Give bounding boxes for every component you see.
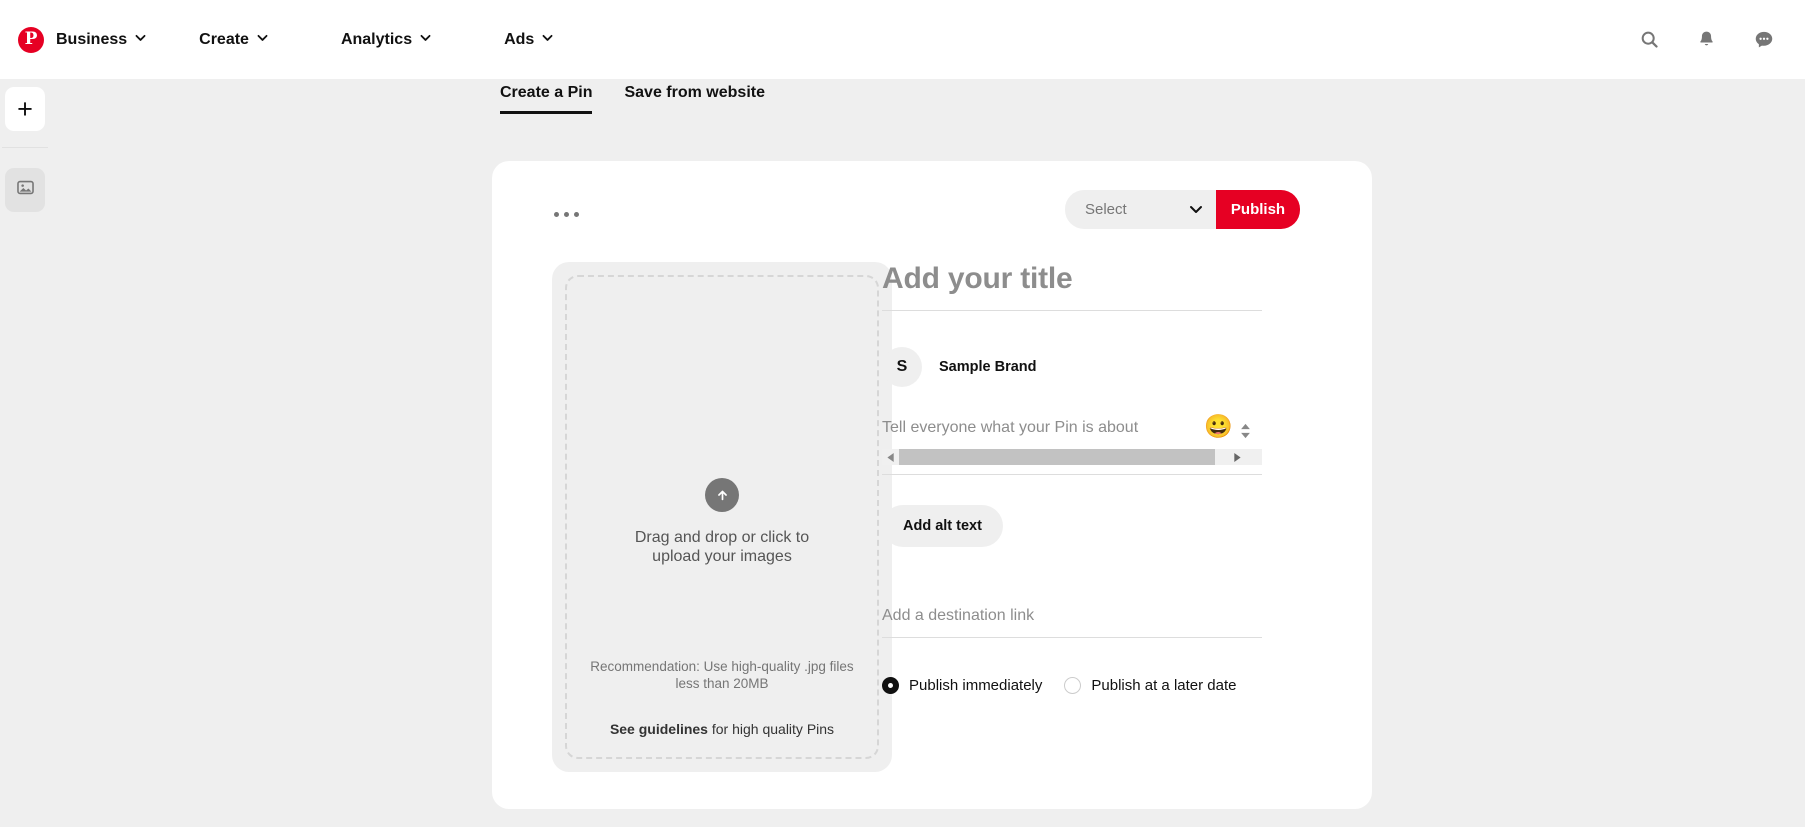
radio-button-filled-icon[interactable]: [882, 677, 899, 694]
chevron-down-icon: [1188, 201, 1204, 222]
description-horizontal-scrollbar[interactable]: [882, 449, 1262, 465]
emoji-picker-icon[interactable]: 😀: [1204, 413, 1230, 439]
scrollbar-thumb[interactable]: [899, 449, 1215, 465]
nav-item-ads-label: Ads: [504, 31, 534, 49]
search-icon[interactable]: [1639, 29, 1660, 50]
left-rail: +: [0, 79, 50, 827]
nav-item-create-label: Create: [199, 31, 249, 49]
nav-item-analytics-label: Analytics: [341, 31, 412, 49]
scroll-left-arrow-icon[interactable]: [882, 449, 899, 465]
upload-prompt-line-1: Drag and drop or click to: [567, 529, 877, 548]
scrollbar-track[interactable]: [899, 449, 1228, 465]
schedule-radio-group: Publish immediately Publish at a later d…: [882, 677, 1262, 694]
nav-item-business[interactable]: Business: [56, 31, 147, 49]
tab-create-a-pin[interactable]: Create a Pin: [500, 84, 592, 114]
messages-icon[interactable]: [1753, 29, 1775, 51]
image-icon: [16, 178, 35, 202]
upload-prompt: Drag and drop or click to upload your im…: [567, 529, 877, 567]
rail-create-button[interactable]: +: [5, 87, 45, 131]
board-select-value: Select: [1085, 201, 1127, 218]
pin-description-row: Tell everyone what your Pin is about 😀: [882, 415, 1262, 447]
upload-recommendation-line-1: Recommendation: Use high-quality .jpg fi…: [567, 658, 877, 676]
radio-publish-later-label: Publish at a later date: [1091, 677, 1236, 694]
chevron-down-icon: [419, 31, 432, 49]
pin-details-form: Add your title S Sample Brand Tell every…: [882, 262, 1262, 694]
nav-item-create[interactable]: Create: [199, 31, 269, 49]
brand-row: S Sample Brand: [882, 347, 1262, 387]
scrollbar-corner: [1245, 449, 1262, 465]
pin-title-input[interactable]: Add your title: [882, 262, 1262, 311]
see-guidelines-rest: for high quality Pins: [708, 721, 834, 737]
upload-dashed-area[interactable]: Drag and drop or click to upload your im…: [565, 275, 879, 759]
brand-group: P Business: [18, 27, 147, 53]
page-tabs: Create a Pin Save from website: [500, 84, 765, 114]
tab-save-from-website[interactable]: Save from website: [624, 84, 765, 114]
chevron-down-icon: [134, 31, 147, 49]
nav-item-business-label: Business: [56, 31, 127, 49]
dot: [564, 212, 569, 217]
upload-guidelines-text: See guidelines for high quality Pins: [567, 721, 877, 737]
nav-item-analytics[interactable]: Analytics: [341, 31, 432, 49]
bell-icon[interactable]: [1696, 29, 1717, 50]
upload-prompt-line-2: upload your images: [567, 548, 877, 567]
nav-right-icons: [1639, 29, 1775, 51]
upload-recommendation: Recommendation: Use high-quality .jpg fi…: [567, 658, 877, 693]
caret-up-icon: [1240, 423, 1251, 430]
rail-media-button[interactable]: [5, 168, 45, 212]
overflow-menu-icon[interactable]: [554, 212, 579, 217]
radio-publish-immediately-label: Publish immediately: [909, 677, 1042, 694]
pin-description-block: Tell everyone what your Pin is about 😀: [882, 415, 1262, 475]
top-navigation-bar: P Business Create Analytics Ads: [0, 0, 1805, 79]
primary-nav-links: Create Analytics Ads: [199, 31, 626, 49]
scroll-right-arrow-icon[interactable]: [1228, 449, 1245, 465]
see-guidelines-link[interactable]: See guidelines: [610, 721, 708, 737]
dot: [574, 212, 579, 217]
add-alt-text-button[interactable]: Add alt text: [882, 505, 1003, 547]
plus-icon: +: [17, 96, 33, 123]
upload-arrow-icon: [705, 478, 739, 512]
caret-down-icon: [1240, 432, 1251, 439]
radio-publish-later[interactable]: Publish at a later date: [1064, 677, 1236, 694]
create-pin-card: Select Publish Drag and drop or click to…: [492, 161, 1372, 809]
pinterest-logo-icon[interactable]: P: [18, 27, 44, 53]
description-spinner[interactable]: [1237, 415, 1254, 447]
chevron-down-icon: [256, 31, 269, 49]
radio-button-empty-icon[interactable]: [1064, 677, 1081, 694]
upload-recommendation-line-2: less than 20MB: [567, 675, 877, 693]
card-toolbar: Select Publish: [492, 190, 1372, 240]
chevron-down-icon: [541, 31, 554, 49]
destination-link-input[interactable]: Add a destination link: [882, 607, 1262, 638]
image-upload-zone[interactable]: Drag and drop or click to upload your im…: [552, 262, 892, 772]
rail-divider: [2, 147, 48, 148]
nav-item-ads[interactable]: Ads: [504, 31, 554, 49]
brand-name: Sample Brand: [939, 359, 1037, 375]
publish-button[interactable]: Publish: [1216, 190, 1300, 229]
avatar: S: [882, 347, 922, 387]
dot: [554, 212, 559, 217]
radio-publish-immediately[interactable]: Publish immediately: [882, 677, 1042, 694]
board-select[interactable]: Select: [1065, 190, 1218, 229]
